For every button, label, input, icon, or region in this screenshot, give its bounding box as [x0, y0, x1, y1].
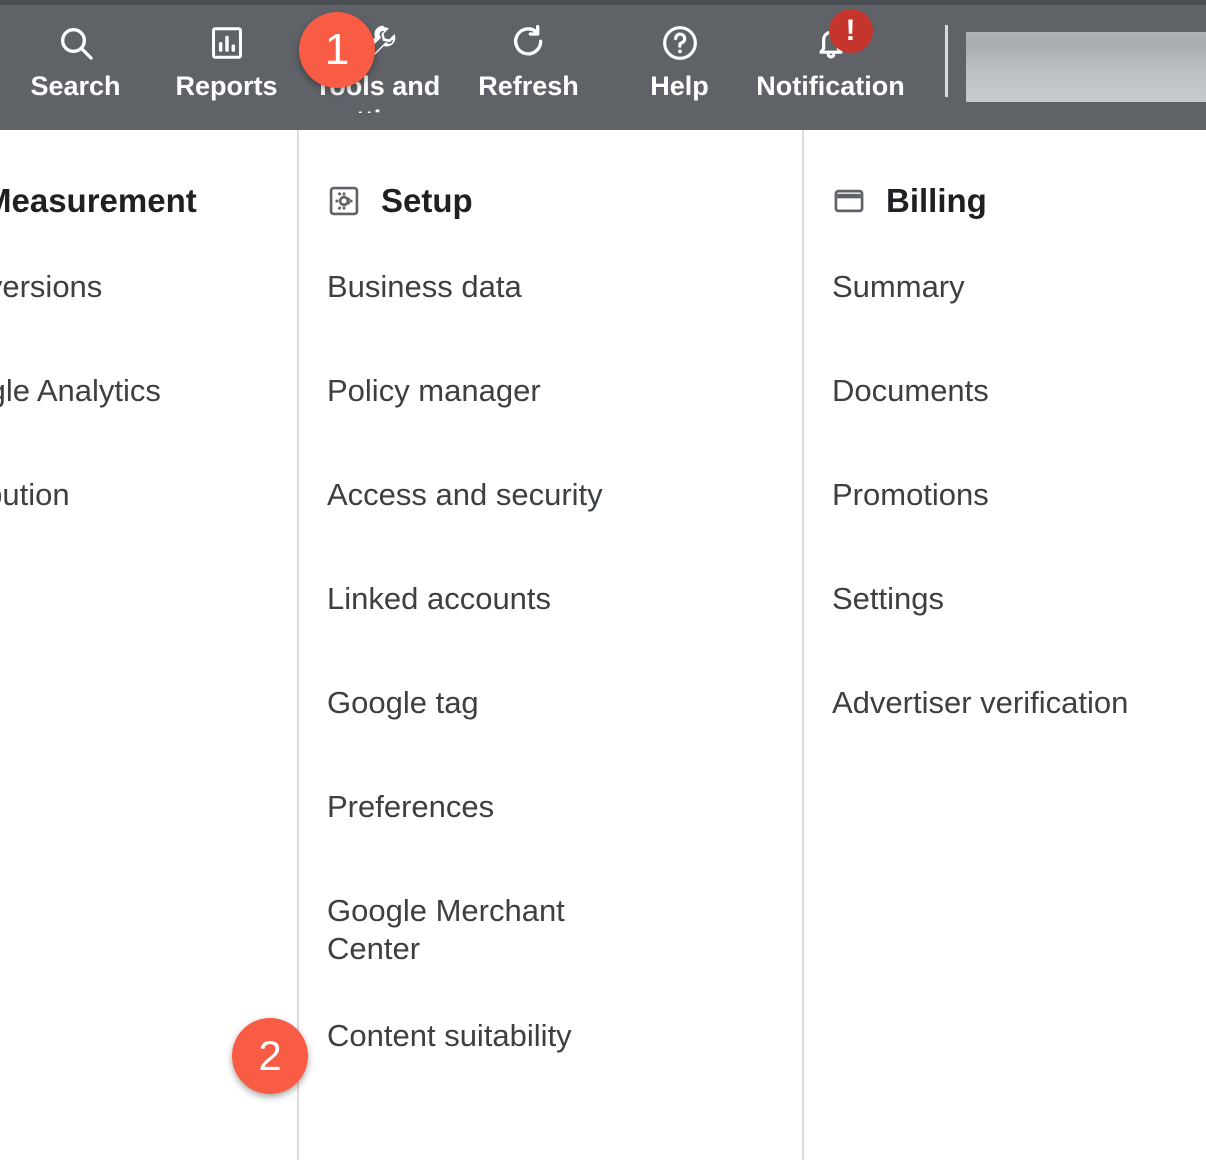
menu-item-business-data[interactable]: Business data: [327, 268, 627, 306]
menu-column-title-measurement: Measurement: [0, 182, 197, 220]
menu-item-preferences[interactable]: Preferences: [327, 788, 627, 826]
menu-item-policy-manager[interactable]: Policy manager: [327, 372, 627, 410]
toolbar-buttons: Search Reports Tools and settings: [0, 5, 906, 130]
toolbar-button-notifications[interactable]: ! Notifications: [755, 5, 906, 113]
step-marker-1: 1: [299, 12, 375, 88]
toolbar-label-help: Help: [604, 69, 755, 103]
menu-item-content-suitability[interactable]: Content suitability: [327, 1017, 627, 1055]
menu-column-header-billing: Billing: [804, 174, 1206, 228]
menu-column-header-measurement: Measurement: [0, 174, 297, 228]
billing-credit-card-icon: [832, 184, 866, 218]
menu-items-measurement: Conversions Google Analytics Attribution: [0, 268, 297, 514]
menu-items-setup: Business data Policy manager Access and …: [299, 268, 802, 1055]
toolbar-label-notifications: Notifications: [755, 69, 906, 113]
toolbar-label-reports: Reports: [151, 69, 302, 103]
menu-column-title-setup: Setup: [381, 182, 473, 220]
toolbar-label-refresh: Refresh: [453, 69, 604, 103]
refresh-icon: [507, 21, 551, 65]
menu-column-title-billing: Billing: [886, 182, 987, 220]
toolbar-button-help[interactable]: Help: [604, 5, 755, 103]
toolbar-button-search[interactable]: Search: [0, 5, 151, 103]
toolbar-button-refresh[interactable]: Refresh: [453, 5, 604, 103]
top-toolbar: Search Reports Tools and settings: [0, 0, 1206, 130]
menu-item-google-analytics[interactable]: Google Analytics: [0, 372, 297, 410]
account-chip-redacted[interactable]: [966, 32, 1206, 102]
tools-and-settings-menu-panel: Measurement Conversions Google Analytics…: [0, 130, 1206, 1160]
menu-item-documents[interactable]: Documents: [832, 372, 1206, 410]
notifications-bell-icon: !: [809, 21, 853, 65]
menu-item-settings[interactable]: Settings: [832, 580, 1206, 618]
menu-item-attribution[interactable]: Attribution: [0, 476, 297, 514]
menu-column-setup: Setup Business data Policy manager Acces…: [297, 130, 802, 1160]
menu-column-billing: Billing Summary Documents Promotions Set…: [802, 130, 1206, 1160]
notification-alert-badge: !: [829, 9, 873, 53]
setup-gear-icon: [327, 184, 361, 218]
menu-item-google-merchant-center[interactable]: Google Merchant Center: [327, 892, 627, 968]
menu-item-promotions[interactable]: Promotions: [832, 476, 1206, 514]
menu-item-conversions[interactable]: Conversions: [0, 268, 297, 306]
menu-item-advertiser-verification[interactable]: Advertiser verification: [832, 684, 1206, 722]
step-marker-2: 2: [232, 1018, 308, 1094]
menu-item-google-tag[interactable]: Google tag: [327, 684, 627, 722]
menu-items-billing: Summary Documents Promotions Settings Ad…: [804, 268, 1206, 722]
menu-column-measurement: Measurement Conversions Google Analytics…: [0, 130, 297, 1160]
toolbar-label-search: Search: [0, 69, 151, 103]
toolbar-button-reports[interactable]: Reports: [151, 5, 302, 103]
search-icon: [54, 21, 98, 65]
menu-item-summary[interactable]: Summary: [832, 268, 1206, 306]
reports-bar-chart-icon: [205, 21, 249, 65]
toolbar-divider: [945, 25, 948, 97]
menu-column-header-setup: Setup: [299, 174, 802, 228]
menu-item-access-and-security[interactable]: Access and security: [327, 476, 627, 514]
help-question-icon: [658, 21, 702, 65]
menu-item-linked-accounts[interactable]: Linked accounts: [327, 580, 627, 618]
